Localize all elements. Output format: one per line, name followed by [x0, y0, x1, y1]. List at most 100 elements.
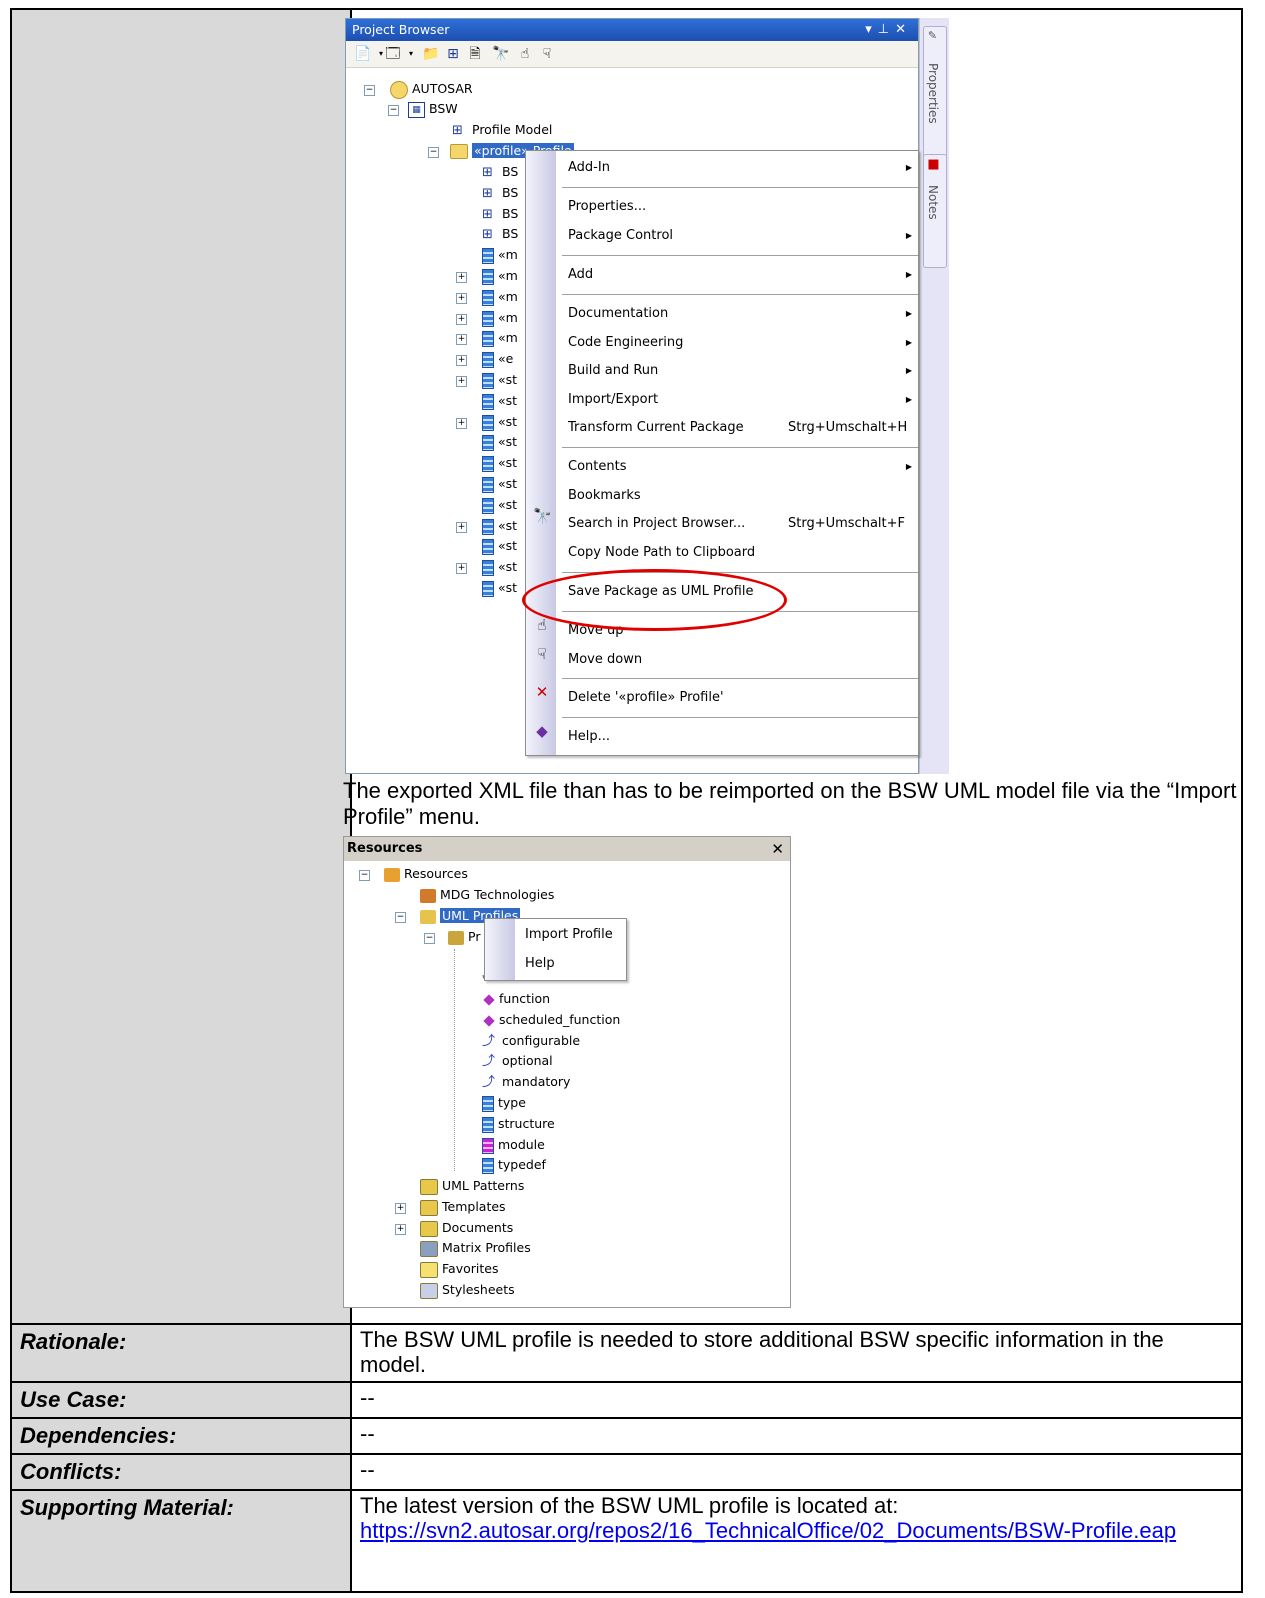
menu-item-help[interactable]: Help [525, 950, 555, 978]
menu-item-delete[interactable]: Delete '«profile» Profile' [568, 686, 724, 710]
supporting-link[interactable]: https://svn2.autosar.org/repos2/16_Techn… [360, 1518, 1176, 1543]
menu-item-package-control[interactable]: Package Control [568, 224, 673, 248]
tree-node-child[interactable]: «st [482, 516, 517, 536]
tree-node-child[interactable]: «m [482, 308, 518, 328]
expand-icon[interactable]: + [456, 522, 467, 533]
menu-item-move-down[interactable]: Move down [568, 648, 642, 672]
close-icon[interactable]: ✕ [895, 22, 912, 37]
notes-tab[interactable]: ■ Notes [923, 154, 947, 268]
tree-node-resource-folder[interactable]: Matrix Profiles [420, 1238, 531, 1258]
menu-item-properties[interactable]: Properties... [568, 195, 646, 219]
tree-node-child[interactable]: «st [482, 412, 517, 432]
menu-item-import-export[interactable]: Import/Export [568, 388, 658, 412]
tree-node-child[interactable]: «st [482, 578, 517, 598]
menu-item-import-profile[interactable]: Import Profile [525, 921, 613, 949]
tree-node-stereotype[interactable]: ⤴ configurable [482, 1031, 580, 1051]
menu-item-copy-node-path[interactable]: Copy Node Path to Clipboard [568, 541, 755, 565]
tree-node-resource-folder[interactable]: Stylesheets [420, 1280, 515, 1300]
tree-node-child[interactable]: «st [482, 536, 517, 556]
expand-icon[interactable]: + [456, 272, 467, 283]
tree-node-stereotype[interactable]: typedef [482, 1155, 546, 1175]
expand-icon[interactable]: + [395, 1203, 406, 1214]
menu-item-add-in[interactable]: Add-In [568, 156, 610, 180]
tree-node-resource-folder[interactable]: Documents [420, 1218, 513, 1238]
tree-node-autosar[interactable]: AUTOSAR [390, 79, 473, 99]
expand-icon[interactable]: + [456, 293, 467, 304]
class-icon [482, 455, 494, 472]
collapse-icon[interactable]: − [359, 870, 370, 881]
move-up-icon[interactable]: ☝ [516, 45, 534, 63]
move-down-icon[interactable]: ☟ [538, 45, 556, 63]
menu-item-documentation[interactable]: Documentation [568, 302, 668, 326]
menu-item-code-engineering[interactable]: Code Engineering [568, 331, 683, 355]
tree-node-child[interactable]: ⊞ BS [482, 162, 518, 182]
dropdown-icon[interactable]: ▾ [865, 22, 878, 37]
tree-node-stereotype[interactable]: function [482, 989, 550, 1009]
tree-label-stereotype: type [498, 1095, 526, 1110]
tree-node-stereotype[interactable]: type [482, 1093, 526, 1113]
tree-node-resource-folder[interactable]: UML Patterns [420, 1176, 524, 1196]
expand-icon[interactable]: + [456, 563, 467, 574]
expand-icon[interactable]: + [395, 1224, 406, 1235]
class-icon [482, 538, 494, 555]
tree-node-mdg[interactable]: MDG Technologies [420, 885, 554, 905]
tree-node-profile[interactable]: Pr [448, 927, 480, 947]
expand-icon[interactable]: + [456, 355, 467, 366]
tree-node-child[interactable]: «e [482, 349, 513, 369]
close-icon[interactable]: ✕ [771, 837, 784, 861]
tree-node-profile-model[interactable]: ⊞ Profile Model [452, 120, 552, 140]
new-diagram-icon[interactable]: ⊞ [444, 45, 462, 63]
tree-node-child[interactable]: «m [482, 245, 518, 265]
tree-node-stereotype[interactable]: module [482, 1135, 545, 1155]
tree-node-child[interactable]: «st [482, 370, 517, 390]
expand-icon[interactable]: + [456, 334, 467, 345]
tree-node-child[interactable]: «st [482, 432, 517, 452]
resources-screenshot: Resources ✕ − Resources MDG Technologies… [343, 836, 791, 1308]
pin-icon[interactable]: ⊥ [878, 22, 895, 37]
tree-node-stereotype[interactable]: ⤴ mandatory [482, 1072, 570, 1092]
tree-node-stereotype[interactable]: structure [482, 1114, 555, 1134]
resources-titlebar: Resources ✕ [344, 837, 790, 861]
tree-node-child[interactable]: ⊞ BS [482, 224, 518, 244]
tree-node-bsw[interactable]: ▦ BSW [408, 99, 458, 119]
tree-node-stereotype[interactable]: scheduled_function [482, 1010, 620, 1030]
menu-item-search[interactable]: Search in Project Browser... [568, 512, 745, 536]
menu-item-contents[interactable]: Contents [568, 455, 626, 479]
menu-item-bookmarks[interactable]: Bookmarks [568, 484, 641, 508]
tree-node-child[interactable]: «st [482, 557, 517, 577]
new-model-icon[interactable]: 📄 [354, 45, 372, 63]
tree-node-child[interactable]: «m [482, 287, 518, 307]
new-view-icon[interactable]: 🗔 [384, 45, 402, 63]
menu-item-help[interactable]: Help... [568, 725, 610, 749]
side-tab-strip: ✎ Properties ■ Notes [919, 18, 949, 774]
tree-label-stereotype: function [499, 991, 551, 1006]
new-element-icon[interactable]: 🗎 [466, 45, 484, 63]
collapse-icon[interactable]: − [428, 147, 439, 158]
tree-node-stereotype[interactable]: ⤴ optional [482, 1051, 553, 1071]
tree-node-child[interactable]: «st [482, 474, 517, 494]
collapse-icon[interactable]: − [395, 912, 406, 923]
tree-node-child[interactable]: «m [482, 328, 518, 348]
dropdown-arrow-icon[interactable]: ▾ [402, 45, 420, 63]
expand-icon[interactable]: + [456, 314, 467, 325]
tree-node-child[interactable]: ⊞ BS [482, 183, 518, 203]
tree-node-child[interactable]: «st [482, 495, 517, 515]
expand-icon[interactable]: + [456, 376, 467, 387]
expand-icon[interactable]: + [456, 418, 467, 429]
tree-node-child[interactable]: «m [482, 266, 518, 286]
tree-node-resources[interactable]: Resources [384, 864, 468, 884]
tree-node-child[interactable]: ⊞ BS [482, 204, 518, 224]
menu-item-transform[interactable]: Transform Current Package [568, 416, 744, 440]
collapse-icon[interactable]: − [364, 85, 375, 96]
tree-node-child[interactable]: «st [482, 453, 517, 473]
tree-node-resource-folder[interactable]: Favorites [420, 1259, 498, 1279]
tree-node-resource-folder[interactable]: Templates [420, 1197, 506, 1217]
collapse-icon[interactable]: − [424, 933, 435, 944]
collapse-icon[interactable]: − [388, 105, 399, 116]
menu-item-build-and-run[interactable]: Build and Run [568, 359, 658, 383]
find-icon[interactable]: 🔭 [492, 45, 510, 63]
new-package-icon[interactable]: 📁 [422, 45, 440, 63]
tree-node-child[interactable]: «st [482, 391, 517, 411]
properties-tab[interactable]: ✎ Properties [923, 26, 947, 158]
menu-item-add[interactable]: Add [568, 263, 593, 287]
